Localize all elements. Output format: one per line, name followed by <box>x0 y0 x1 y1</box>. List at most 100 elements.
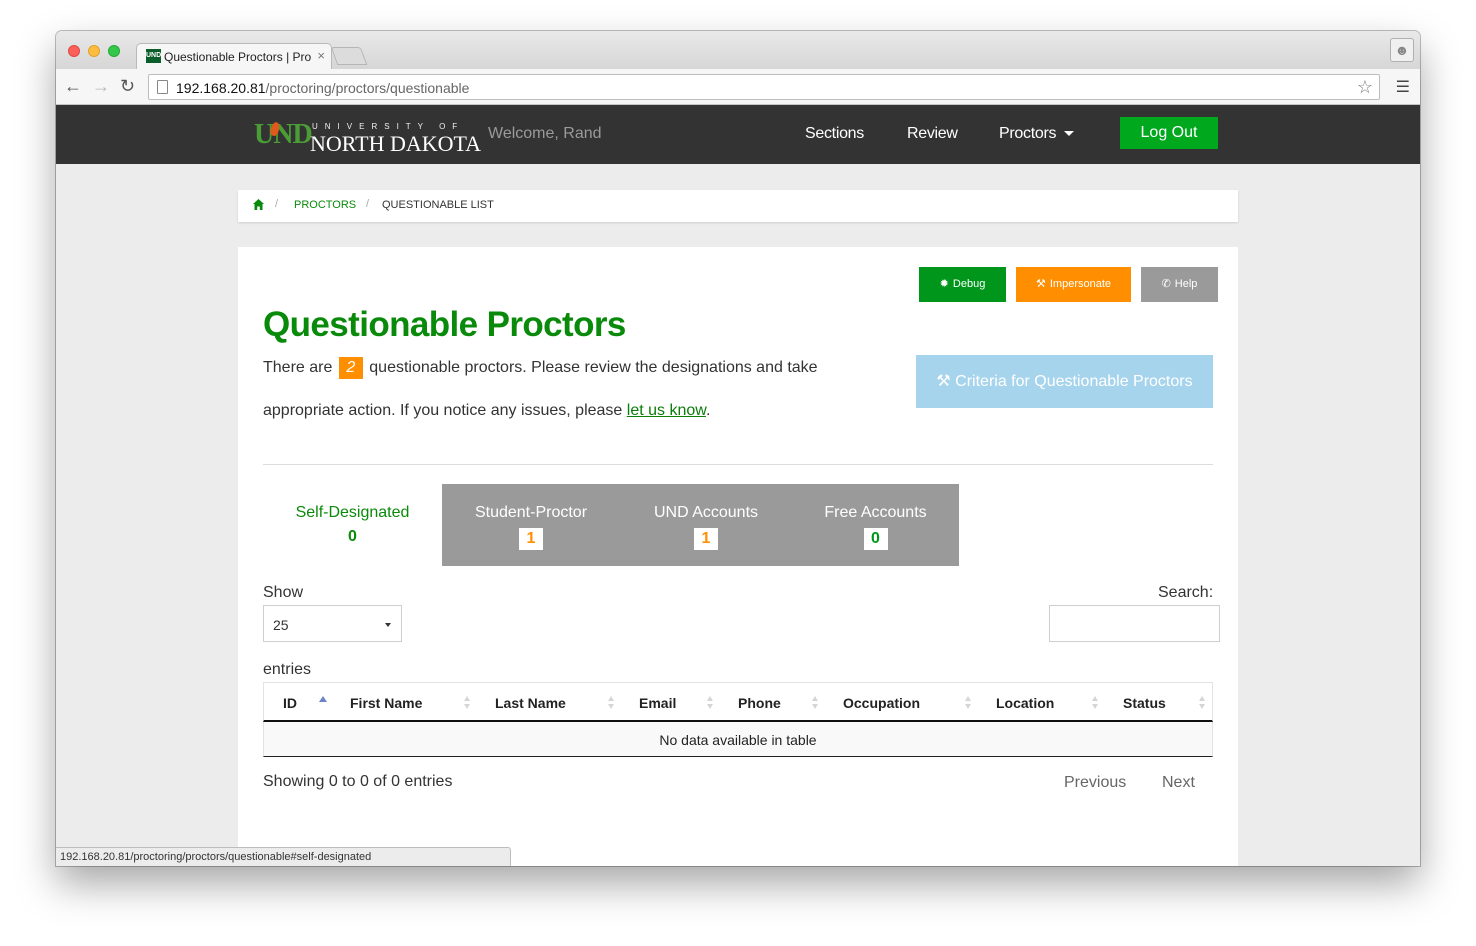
criteria-label: Criteria for Questionable Proctors <box>955 373 1193 390</box>
url-text: 192.168.20.81/proctoring/proctors/questi… <box>176 80 469 96</box>
browser-menu-icon[interactable]: ☰ <box>1396 77 1410 97</box>
next-button[interactable]: Next <box>1162 774 1195 792</box>
new-tab-button[interactable] <box>330 47 368 65</box>
questionable-count-badge: 2 <box>338 357 363 379</box>
help-button[interactable]: ✆ Help <box>1141 267 1218 302</box>
proctors-table: ID First Name Last Name Email Phone Occu… <box>263 682 1213 757</box>
bookmark-star-icon[interactable]: ☆ <box>1357 77 1373 98</box>
tab-und-accounts-label: UND Accounts <box>653 504 759 521</box>
gear-icon: ✹ <box>939 278 949 290</box>
logo-university-text: UNIVERSITY OF <box>312 122 465 131</box>
entries-label: entries <box>263 661 312 678</box>
tab-close-icon[interactable]: × <box>317 48 325 63</box>
sort-icon <box>1199 696 1206 710</box>
sort-icon <box>965 696 972 710</box>
previous-button[interactable]: Previous <box>1064 774 1126 792</box>
tab-free-accounts-count: 0 <box>863 528 888 550</box>
debug-button[interactable]: ✹ Debug <box>919 267 1006 302</box>
nav-proctors-dropdown[interactable]: Proctors <box>999 125 1075 143</box>
url-path: /proctoring/proctors/questionable <box>265 80 470 96</box>
forward-arrow-icon[interactable]: → <box>92 76 110 96</box>
breadcrumb-separator: / <box>275 198 279 210</box>
page-viewport: UND UNIVERSITY OF NORTH DAKOTA Welcome, … <box>56 105 1420 866</box>
logout-button[interactable]: Log Out <box>1120 117 1218 149</box>
minimize-window-button[interactable] <box>88 45 100 57</box>
breadcrumb-current: QUESTIONABLE LIST <box>382 199 494 211</box>
page-size-value: 25 <box>273 617 289 633</box>
wrench-icon: ⚒ <box>936 373 951 390</box>
address-bar[interactable]: 192.168.20.81/proctoring/proctors/questi… <box>148 74 1380 100</box>
tab-und-accounts-count: 1 <box>694 528 718 550</box>
description-line-2: appropriate action. If you notice any is… <box>263 402 710 420</box>
tab-student-proctor[interactable]: Student-Proctor 1 <box>442 484 620 566</box>
logo-und-text: UND <box>254 119 313 150</box>
status-bar-url: 192.168.20.81/proctoring/proctors/questi… <box>56 847 511 866</box>
close-window-button[interactable] <box>68 45 80 57</box>
debug-label: Debug <box>952 278 986 290</box>
desc-line2-post: . <box>705 402 711 419</box>
phone-icon: ✆ <box>1161 278 1171 290</box>
select-caret-icon <box>385 623 391 627</box>
logo-north-dakota-text: NORTH DAKOTA <box>310 131 482 156</box>
show-label: Show <box>263 584 304 601</box>
search-input[interactable] <box>1049 605 1220 642</box>
sort-icon <box>707 696 714 710</box>
desc-pre: There are <box>263 359 333 376</box>
home-icon[interactable] <box>252 198 265 211</box>
tab-self-designated[interactable]: Self-Designated 0 <box>263 484 442 566</box>
col-status[interactable]: Status <box>1123 695 1166 711</box>
breadcrumb: / PROCTORS / QUESTIONABLE LIST <box>238 190 1238 222</box>
browser-window: UND Questionable Proctors | Pro × ☻ ← → … <box>56 31 1420 866</box>
tab-self-designated-label: Self-Designated <box>295 504 410 521</box>
showing-info: Showing 0 to 0 of 0 entries <box>263 773 453 790</box>
search-label: Search: <box>1158 584 1214 601</box>
profile-icon[interactable]: ☻ <box>1390 38 1414 62</box>
tab-und-accounts[interactable]: UND Accounts 1 <box>620 484 792 566</box>
wrench-icon: ⚒ <box>1035 278 1046 290</box>
tab-group: Student-Proctor 1 UND Accounts 1 Free Ac… <box>442 484 959 566</box>
desc-post: questionable proctors. Please review the… <box>369 359 818 376</box>
col-email[interactable]: Email <box>639 695 676 711</box>
sort-icon <box>608 696 615 710</box>
page-icon <box>157 80 168 94</box>
tab-free-accounts[interactable]: Free Accounts 0 <box>792 484 959 566</box>
browser-toolbar: ← → ↻ 192.168.20.81/proctoring/proctors/… <box>56 69 1420 105</box>
criteria-button[interactable]: ⚒ Criteria for Questionable Proctors <box>916 355 1213 408</box>
tab-student-proctor-count: 1 <box>519 528 543 550</box>
browser-tab[interactable]: UND Questionable Proctors | Pro × <box>136 43 332 69</box>
col-id[interactable]: ID <box>283 695 297 711</box>
back-arrow-icon[interactable]: ← <box>64 76 82 96</box>
maximize-window-button[interactable] <box>108 45 120 57</box>
col-last-name[interactable]: Last Name <box>495 695 566 711</box>
impersonate-button[interactable]: ⚒ Impersonate <box>1016 267 1131 302</box>
reload-icon[interactable]: ↻ <box>120 76 135 96</box>
col-first-name[interactable]: First Name <box>350 695 422 711</box>
tab-bar: UND Questionable Proctors | Pro × ☻ <box>56 31 1420 69</box>
impersonate-label: Impersonate <box>1049 278 1112 290</box>
let-us-know-link[interactable]: let us know <box>627 402 706 419</box>
breadcrumb-separator: / <box>366 198 370 210</box>
sort-icon <box>1092 696 1099 710</box>
welcome-text: Welcome, Rand <box>488 125 602 142</box>
sort-asc-icon <box>319 696 327 702</box>
desc-line2-pre: appropriate action. If you notice any is… <box>263 402 623 419</box>
col-location[interactable]: Location <box>996 695 1054 711</box>
col-phone[interactable]: Phone <box>738 695 781 711</box>
top-navbar: UND UNIVERSITY OF NORTH DAKOTA Welcome, … <box>56 105 1420 164</box>
page-title: Questionable Proctors <box>263 305 626 344</box>
tab-title: Questionable Proctors | Pro <box>164 50 312 64</box>
description-line-1: There are 2 questionable proctors. Pleas… <box>263 357 818 379</box>
col-occupation[interactable]: Occupation <box>843 695 920 711</box>
table-row: No data available in table <box>263 722 1213 757</box>
nav-sections[interactable]: Sections <box>805 125 864 143</box>
page-size-select[interactable]: 25 <box>263 605 402 642</box>
nav-proctors-label: Proctors <box>999 125 1057 142</box>
breadcrumb-proctors[interactable]: PROCTORS <box>294 199 356 211</box>
url-host: 192.168.20.81 <box>176 80 266 96</box>
table-header: ID First Name Last Name Email Phone Occu… <box>263 682 1213 722</box>
empty-table-message: No data available in table <box>659 732 817 748</box>
sort-icon <box>464 696 471 710</box>
favicon-icon: UND <box>146 49 161 63</box>
tab-student-proctor-label: Student-Proctor <box>474 504 588 521</box>
nav-review[interactable]: Review <box>907 125 958 143</box>
